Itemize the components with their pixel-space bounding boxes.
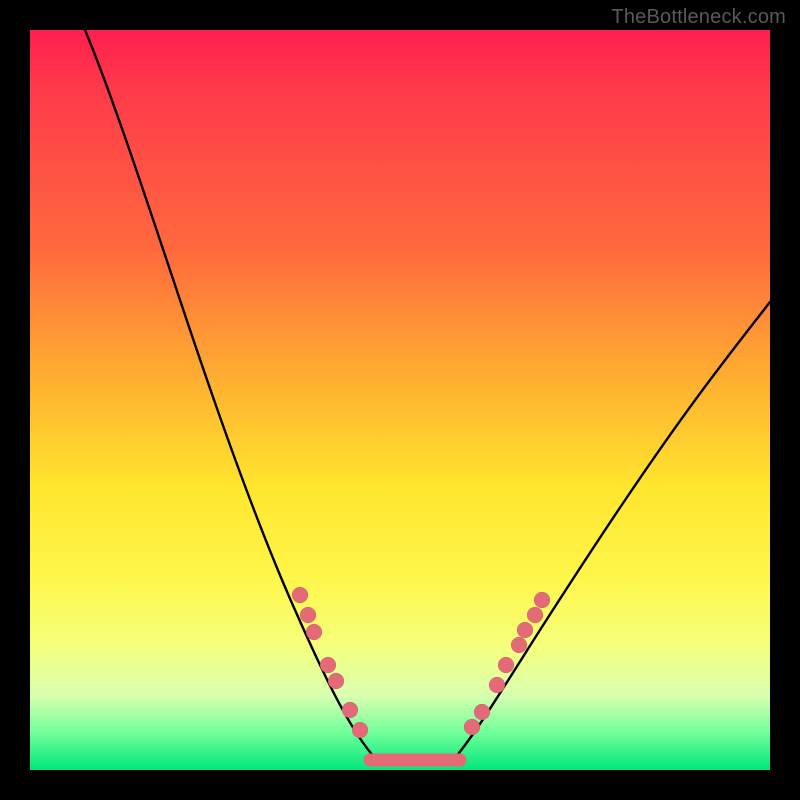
marker-dot bbox=[342, 702, 358, 718]
marker-dot bbox=[464, 719, 480, 735]
marker-dot bbox=[292, 587, 308, 603]
marker-dot bbox=[328, 673, 344, 689]
watermark-text: TheBottleneck.com bbox=[611, 6, 786, 29]
marker-dot bbox=[517, 622, 533, 638]
marker-dot bbox=[474, 704, 490, 720]
marker-dot bbox=[300, 607, 316, 623]
left-curve bbox=[85, 30, 375, 758]
marker-dot bbox=[498, 657, 514, 673]
chart-stage: TheBottleneck.com bbox=[0, 0, 800, 800]
plot-area bbox=[30, 30, 770, 770]
marker-dot bbox=[511, 637, 527, 653]
curve-layer bbox=[30, 30, 770, 770]
marker-dot bbox=[534, 592, 550, 608]
marker-dot bbox=[489, 677, 505, 693]
marker-dot bbox=[320, 657, 336, 673]
marker-dot bbox=[527, 607, 543, 623]
marker-dot bbox=[352, 722, 368, 738]
marker-dot bbox=[306, 624, 322, 640]
